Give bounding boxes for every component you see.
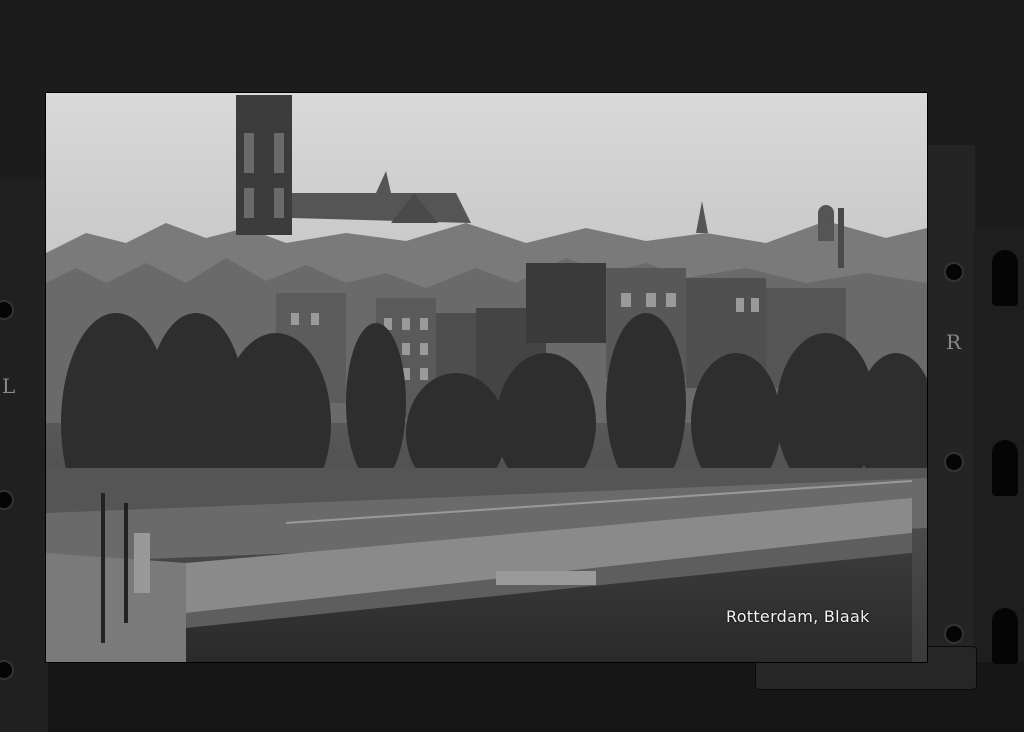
photo-caption: Rotterdam, Blaak [726, 607, 870, 626]
holder-hole-icon [944, 452, 964, 472]
city-scene-illustration [46, 93, 927, 662]
holder-keyhole-icon [992, 250, 1018, 306]
holder-keyhole-icon [992, 608, 1018, 664]
holder-keyhole-icon [992, 440, 1018, 496]
holder-left-letter: L [2, 374, 16, 398]
postcard-photo: Rotterdam, Blaak [46, 93, 927, 662]
holder-hole-icon [944, 262, 964, 282]
holder-left-strip [0, 180, 49, 732]
holder-hole-icon [944, 624, 964, 644]
holder-right-letter: R [946, 330, 962, 354]
